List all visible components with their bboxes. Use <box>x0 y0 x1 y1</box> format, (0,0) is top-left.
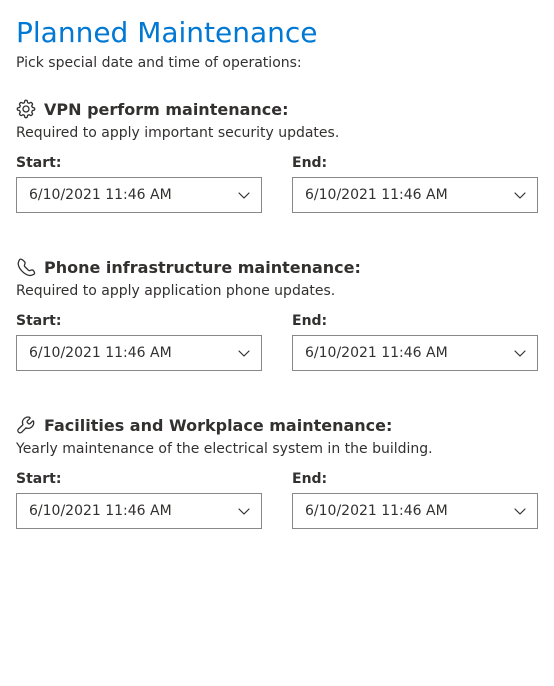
section-facilities: Facilities and Workplace maintenance: Ye… <box>16 415 538 529</box>
vpn-end-label: End: <box>292 155 538 171</box>
section-phone-desc: Required to apply application phone upda… <box>16 283 538 299</box>
section-phone: Phone infrastructure maintenance: Requir… <box>16 257 538 371</box>
section-vpn-title: VPN perform maintenance: <box>44 100 289 119</box>
page-subtitle: Pick special date and time of operations… <box>16 55 538 71</box>
section-facilities-title: Facilities and Workplace maintenance: <box>44 416 392 435</box>
chevron-down-icon <box>237 504 251 518</box>
facilities-end-value: 6/10/2021 11:46 AM <box>305 503 448 519</box>
phone-start-label: Start: <box>16 313 262 329</box>
section-vpn: VPN perform maintenance: Required to app… <box>16 99 538 213</box>
chevron-down-icon <box>237 188 251 202</box>
facilities-start-label: Start: <box>16 471 262 487</box>
gear-icon <box>16 99 36 119</box>
chevron-down-icon <box>513 188 527 202</box>
phone-end-value: 6/10/2021 11:46 AM <box>305 345 448 361</box>
wrench-icon <box>16 415 36 435</box>
facilities-start-value: 6/10/2021 11:46 AM <box>29 503 172 519</box>
phone-start-value: 6/10/2021 11:46 AM <box>29 345 172 361</box>
chevron-down-icon <box>513 346 527 360</box>
phone-icon <box>16 257 36 277</box>
phone-start-picker[interactable]: 6/10/2021 11:46 AM <box>16 335 262 371</box>
facilities-start-picker[interactable]: 6/10/2021 11:46 AM <box>16 493 262 529</box>
chevron-down-icon <box>237 346 251 360</box>
section-facilities-desc: Yearly maintenance of the electrical sys… <box>16 441 538 457</box>
vpn-start-picker[interactable]: 6/10/2021 11:46 AM <box>16 177 262 213</box>
phone-end-label: End: <box>292 313 538 329</box>
chevron-down-icon <box>513 504 527 518</box>
vpn-end-value: 6/10/2021 11:46 AM <box>305 187 448 203</box>
vpn-end-picker[interactable]: 6/10/2021 11:46 AM <box>292 177 538 213</box>
section-phone-title: Phone infrastructure maintenance: <box>44 258 361 277</box>
page-title: Planned Maintenance <box>16 16 538 49</box>
vpn-start-label: Start: <box>16 155 262 171</box>
section-vpn-desc: Required to apply important security upd… <box>16 125 538 141</box>
facilities-end-label: End: <box>292 471 538 487</box>
vpn-start-value: 6/10/2021 11:46 AM <box>29 187 172 203</box>
facilities-end-picker[interactable]: 6/10/2021 11:46 AM <box>292 493 538 529</box>
phone-end-picker[interactable]: 6/10/2021 11:46 AM <box>292 335 538 371</box>
